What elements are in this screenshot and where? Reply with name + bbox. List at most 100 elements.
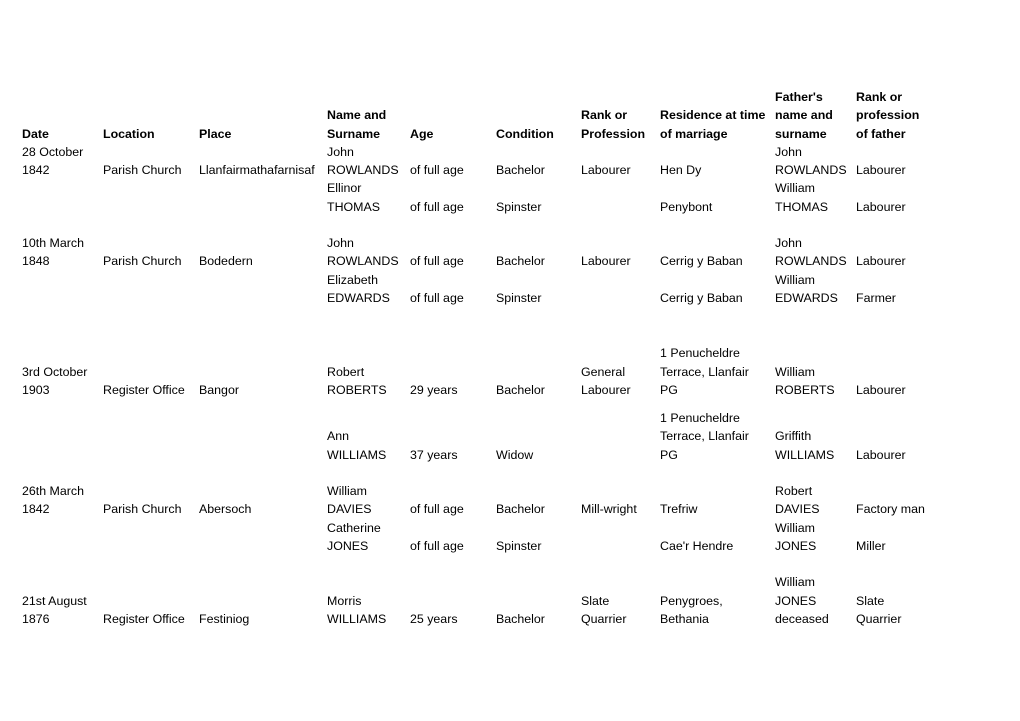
cell-residence: Penygroes, Bethania <box>660 593 723 626</box>
cell-location: Parish Church <box>103 163 182 178</box>
column-header-name-surname: Name and Surname <box>327 108 387 141</box>
cell-age: of full age <box>410 538 464 553</box>
table-row: 28 October 1842 Parish Church Llanfairma… <box>22 143 934 180</box>
row-spacer <box>22 555 934 573</box>
cell-name: Ellinor THOMAS <box>327 181 381 214</box>
table-body: 28 October 1842 Parish Church Llanfairma… <box>22 143 934 628</box>
cell-rank <box>581 409 660 464</box>
cell-date <box>22 179 103 216</box>
cell-age: of full age <box>410 502 464 517</box>
row-spacer <box>22 216 934 234</box>
cell-place: Bangor <box>199 382 239 397</box>
cell-rank <box>581 179 660 216</box>
spacer-cell <box>22 216 934 234</box>
cell-residence: Cae'r Hendre <box>660 538 734 553</box>
cell-condition: Spinster <box>496 290 542 305</box>
cell-age: 29 years <box>410 382 458 397</box>
cell-condition: Bachelor <box>496 382 545 397</box>
cell-residence: 1 Penucheldre Terrace, Llanfair PG <box>660 411 749 462</box>
cell-date <box>22 409 103 464</box>
spacer-cell <box>22 399 934 409</box>
cell-condition: Bachelor <box>496 254 545 269</box>
cell-father-name: William THOMAS <box>775 181 829 214</box>
cell-name: William DAVIES <box>327 484 372 517</box>
column-header-condition: Condition <box>496 126 554 141</box>
cell-place: Bodedern <box>199 254 253 269</box>
cell-condition: Spinster <box>496 199 542 214</box>
column-header-place: Place <box>199 126 232 141</box>
cell-condition: Bachelor <box>496 611 545 626</box>
cell-rank <box>581 271 660 308</box>
cell-place: Llanfairmathafarnisaf <box>199 163 315 178</box>
cell-date: 3rd October 1903 <box>22 364 88 397</box>
cell-condition: Bachelor <box>496 163 545 178</box>
cell-condition: Spinster <box>496 538 542 553</box>
cell-age: of full age <box>410 199 464 214</box>
document-page: Date Location Place Name and Surname Age… <box>0 0 1020 721</box>
cell-residence: Hen Dy <box>660 163 702 178</box>
cell-location: Parish Church <box>103 502 182 517</box>
cell-rank: Labourer <box>581 163 631 178</box>
cell-place <box>199 271 327 308</box>
table-row: 10th March 1848 Parish Church Bodedern J… <box>22 234 934 271</box>
cell-father-name: William ROBERTS <box>775 364 835 397</box>
column-header-location: Location <box>103 126 155 141</box>
cell-father-name: William JONES deceased <box>775 575 829 626</box>
cell-date: 26th March 1842 <box>22 484 84 517</box>
marriage-records-table: Date Location Place Name and Surname Age… <box>22 88 934 628</box>
cell-age: 37 years <box>410 447 458 462</box>
cell-place <box>199 179 327 216</box>
cell-date: 10th March 1848 <box>22 236 84 269</box>
cell-name: Robert ROBERTS <box>327 364 387 397</box>
cell-father-name: William EDWARDS <box>775 272 838 305</box>
cell-father-name: John ROWLANDS <box>775 236 847 269</box>
cell-rank: General Labourer <box>581 364 631 397</box>
cell-date: 21st August 1876 <box>22 593 87 626</box>
cell-residence: 1 Penucheldre Terrace, Llanfair PG <box>660 346 749 397</box>
cell-location <box>103 519 199 556</box>
cell-location: Register Office <box>103 382 185 397</box>
cell-age: of full age <box>410 163 464 178</box>
cell-place <box>199 409 327 464</box>
cell-location <box>103 179 199 216</box>
column-header-date: Date <box>22 126 49 141</box>
cell-father-rank: Miller <box>856 538 886 553</box>
cell-name: Morris WILLIAMS <box>327 593 387 626</box>
cell-name: Elizabeth EDWARDS <box>327 272 390 305</box>
cell-father-name: Robert DAVIES <box>775 484 820 517</box>
column-header-father-rank: Rank or profession of father <box>856 90 920 141</box>
cell-place: Abersoch <box>199 502 252 517</box>
table-row: 26th March 1842 Parish Church Abersoch W… <box>22 482 934 519</box>
cell-residence: Trefriw <box>660 502 698 517</box>
cell-father-rank: Labourer <box>856 447 906 462</box>
cell-condition: Bachelor <box>496 502 545 517</box>
cell-date <box>22 271 103 308</box>
cell-place: Festiniog <box>199 611 250 626</box>
spacer-cell <box>22 307 934 344</box>
cell-father-rank: Farmer <box>856 290 896 305</box>
cell-name: John ROWLANDS <box>327 144 399 178</box>
cell-age: 25 years <box>410 611 458 626</box>
row-spacer <box>22 307 934 344</box>
column-header-age: Age <box>410 126 434 141</box>
cell-father-rank: Factory man <box>856 502 925 517</box>
cell-rank: Mill-wright <box>581 502 637 517</box>
cell-name: Catherine JONES <box>327 520 381 553</box>
cell-location <box>103 409 199 464</box>
table-row: Catherine JONES of full age Spinster Cae… <box>22 519 934 556</box>
row-spacer <box>22 464 934 482</box>
table-header-row: Date Location Place Name and Surname Age… <box>22 88 934 143</box>
cell-place <box>199 519 327 556</box>
cell-location: Register Office <box>103 611 185 626</box>
cell-father-name: Griffith WILLIAMS <box>775 429 835 462</box>
cell-father-name: William JONES <box>775 520 817 553</box>
cell-condition: Widow <box>496 447 534 462</box>
cell-residence: Cerrig y Baban <box>660 290 743 305</box>
cell-age: of full age <box>410 254 464 269</box>
spacer-cell <box>22 464 934 482</box>
cell-name: John ROWLANDS <box>327 236 399 269</box>
cell-father-rank: Labourer <box>856 163 906 178</box>
column-header-rank-profession: Rank or Profession <box>581 108 646 141</box>
table-row: 21st August 1876 Register Office Festini… <box>22 573 934 628</box>
table-row: Ann WILLIAMS 37 years Widow 1 Penucheldr… <box>22 409 934 464</box>
